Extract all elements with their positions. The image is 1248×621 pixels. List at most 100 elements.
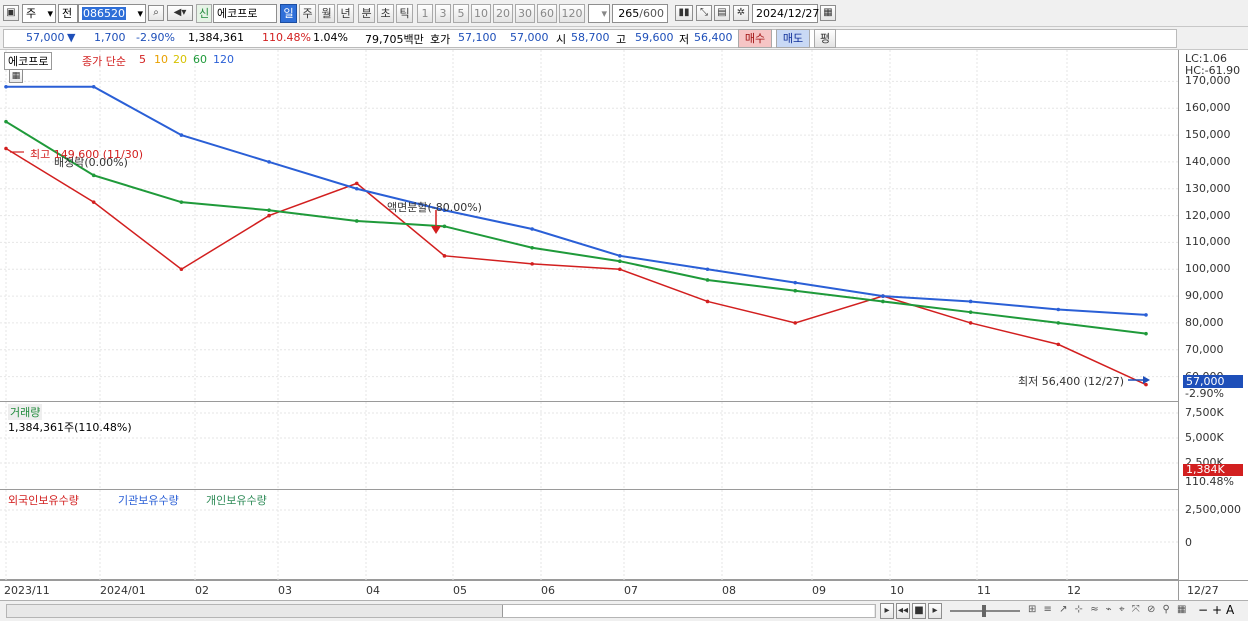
open-label: 시	[556, 33, 567, 46]
series-point	[881, 299, 885, 304]
x-axis: 2023/11 2024/01 02 03 04 05 06 07 08 09 10 11 12	[0, 580, 1178, 600]
gear-icon[interactable]: ✲	[733, 5, 749, 21]
holding-tick-zero: 0	[1185, 536, 1192, 549]
period-second[interactable]: 초	[377, 4, 394, 23]
interval-30[interactable]: 30	[515, 4, 535, 23]
window-icon[interactable]: ▣	[3, 5, 19, 21]
price-tick-label: 130,000	[1185, 181, 1231, 195]
series-point	[267, 160, 271, 164]
scrollbar-thumb[interactable]	[502, 605, 874, 617]
volume-title: 거래량	[8, 404, 43, 420]
date-input[interactable]: 2024/12/27	[752, 4, 819, 23]
open-price: 58,700	[571, 31, 610, 44]
buy-button[interactable]: 매수	[738, 29, 772, 48]
grid-icon[interactable]: ▦	[9, 69, 23, 83]
series-point	[705, 278, 710, 282]
holding-tick-top: 2,500,000	[1185, 503, 1241, 516]
interval-3[interactable]: 3	[435, 4, 451, 23]
zoom-in-icon[interactable]: +	[1212, 603, 1222, 617]
volume-axis: 7,500K 5,000K 2,500K 1,384K 110.48%	[1178, 402, 1248, 490]
interval-60[interactable]: 60	[537, 4, 557, 23]
zoom-out-icon[interactable]: −	[1198, 603, 1208, 617]
series-point	[4, 119, 8, 124]
period-day[interactable]: 일	[280, 4, 297, 23]
series-point	[4, 146, 8, 151]
interval-20[interactable]: 20	[493, 4, 513, 23]
interval-10[interactable]: 10	[471, 4, 491, 23]
bottom-toolbar: ▸ ◂◂ ■ ▸ ⊞ ≡ ↗ ⊹ ≈ ⌁ ⌖ ⤧ ⊘ ⚲ ▦ − + A	[0, 600, 1248, 621]
x-tick-label: 06	[541, 584, 555, 597]
draw-tool-icon[interactable]: ⤡	[696, 5, 712, 21]
interval-120[interactable]: 120	[559, 4, 585, 23]
type-select[interactable]: 전	[58, 4, 78, 23]
price-panel[interactable]: 에코프로 종가 단순 5 10 20 60 120 ▦ 최고 149,600 (…	[0, 50, 1178, 402]
calendar-icon[interactable]: ▦	[820, 5, 836, 21]
chevron-down-icon: ▾	[601, 7, 607, 20]
period-week[interactable]: 주	[299, 4, 316, 23]
chart-scrollbar[interactable]	[6, 604, 876, 618]
x-tick-label: 2023/11	[4, 584, 50, 597]
series-point	[1056, 307, 1061, 312]
holding-panel[interactable]: 외국인보유수량 기관보유수량 개인보유수량	[0, 490, 1178, 580]
period-month[interactable]: 월	[318, 4, 335, 23]
last-volume-pct: 110.48%	[1185, 475, 1234, 488]
price-axis: LC:1.06 HC:-61.90 170,000 160,000 150,000 1…	[1178, 50, 1248, 402]
series-point	[881, 294, 885, 298]
font-size-icon[interactable]: A	[1226, 603, 1234, 617]
series-point	[1144, 313, 1148, 317]
search-icon[interactable]: ⌕	[148, 5, 164, 21]
series-point	[179, 200, 184, 204]
series-point	[530, 262, 534, 266]
scroll-right-icon[interactable]: ▸	[880, 603, 894, 619]
interval-input[interactable]: ▾	[588, 4, 610, 23]
series-line-종가	[5, 147, 1147, 386]
zoom-slider-handle[interactable]	[982, 605, 986, 617]
volume-chart[interactable]	[0, 402, 1178, 490]
low-arrow-head-icon	[1143, 376, 1150, 384]
x-tick-label: 11	[977, 584, 991, 597]
volume-panel[interactable]: 거래량 1,384,361주(110.48%)	[0, 402, 1178, 490]
price-change-pct: -2.90%	[136, 31, 175, 44]
ma60-label: 60	[193, 53, 207, 66]
series-point	[705, 267, 710, 272]
sell-button[interactable]: 매도	[776, 29, 810, 48]
count-input[interactable]: 265/600	[612, 4, 668, 23]
period-year[interactable]: 년	[337, 4, 354, 23]
drawing-tools-icon[interactable]: ⊞ ≡ ↗ ⊹ ≈ ⌁ ⌖ ⤧ ⊘ ⚲ ▦	[1028, 604, 1188, 615]
ma20-label: 20	[173, 53, 187, 66]
series-point	[618, 254, 622, 258]
price-chart[interactable]	[0, 50, 1178, 402]
interval-5[interactable]: 5	[453, 4, 469, 23]
series-point	[1144, 331, 1148, 336]
split-annotation-1: 배정락(0.00%)	[54, 156, 128, 169]
rewind-icon[interactable]: ◂◂	[896, 603, 910, 619]
series-point	[1144, 382, 1148, 387]
price-tick-label: 90,000	[1185, 289, 1224, 303]
series-point	[267, 213, 271, 218]
series-point	[267, 208, 271, 213]
bid-price: 57,000	[510, 31, 549, 44]
price-tick-label: 170,000	[1185, 74, 1231, 88]
low-label: 저	[679, 33, 690, 46]
stop-icon[interactable]: ■	[912, 603, 926, 619]
series-point	[618, 267, 622, 272]
split-annotation-2: 액면분할(-80.00%)	[387, 201, 482, 214]
price-tick-label: 100,000	[1185, 262, 1231, 276]
series-point	[179, 133, 184, 137]
play-icon[interactable]: ▸	[928, 603, 942, 619]
period-tick[interactable]: 틱	[396, 4, 413, 23]
speaker-icon[interactable]: ◀▾	[167, 5, 193, 21]
candle-icon[interactable]: ▮▮	[675, 5, 693, 21]
foreign-legend: 외국인보유수량	[8, 494, 79, 507]
high-label: 고	[616, 33, 627, 46]
code-input[interactable]: 086520 ▾	[78, 4, 146, 23]
series-point	[968, 321, 973, 325]
period-minute[interactable]: 분	[358, 4, 375, 23]
interval-1[interactable]: 1	[417, 4, 433, 23]
save-icon[interactable]: ▤	[714, 5, 730, 21]
evaluate-button[interactable]: 평	[814, 29, 836, 48]
trade-amount: 79,705백만	[365, 33, 424, 46]
series-point	[705, 299, 710, 304]
x-tick-label: 03	[278, 584, 292, 597]
market-select[interactable]: 주 ▾	[22, 4, 56, 23]
